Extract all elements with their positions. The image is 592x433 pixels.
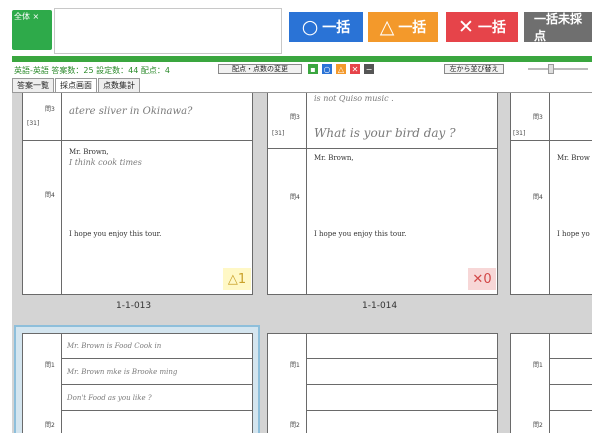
card-id: 1-1-013 bbox=[116, 301, 152, 311]
row-label: 問2 bbox=[45, 422, 55, 429]
answer-card[interactable]: 問1 問2 bbox=[267, 333, 498, 433]
handwritten-answer: atere sliver in Okinawa? bbox=[69, 106, 193, 117]
score-value: 0 bbox=[483, 271, 492, 287]
card-divider bbox=[306, 93, 307, 294]
row-label: 問3 bbox=[290, 114, 300, 121]
bulk-circle-label: 一括 bbox=[322, 20, 351, 36]
score-badge: ✕ 0 bbox=[468, 268, 496, 290]
card-divider bbox=[549, 358, 592, 359]
circle-icon: ○ bbox=[301, 16, 319, 38]
filter-tag[interactable]: 全体 × bbox=[12, 10, 52, 50]
row-label: 問4 bbox=[290, 194, 300, 201]
tab-score-summary[interactable]: 点数集計 bbox=[98, 78, 140, 92]
row-label: 問1 bbox=[290, 362, 300, 369]
bulk-unmarked-button[interactable]: 一括未採点 bbox=[524, 12, 592, 43]
card-divider bbox=[549, 93, 550, 294]
tab-scoring[interactable]: 採点画面 bbox=[55, 78, 97, 92]
circle-filter-icon[interactable]: ○ bbox=[322, 64, 332, 74]
card-divider bbox=[549, 384, 592, 385]
print-footer: I hope you enjoy this tour. bbox=[69, 230, 162, 238]
print-footer: I hope yo bbox=[557, 230, 590, 238]
row-label: 問3 bbox=[533, 114, 543, 121]
card-divider bbox=[268, 148, 497, 149]
card-divider bbox=[61, 410, 252, 411]
unmarked-filter-icon[interactable]: − bbox=[364, 64, 374, 74]
view-tabs: 答案一覧 採点画面 点数集計 bbox=[12, 78, 141, 92]
row-label: 問1 bbox=[533, 362, 543, 369]
answer-card[interactable]: is not Quiso music . 問3 [31] What is you… bbox=[267, 93, 498, 295]
question-number: [31] bbox=[513, 130, 526, 137]
answer-grid: 問3 [31] atere sliver in Okinawa? Mr. Bro… bbox=[12, 92, 592, 433]
bulk-circle-button[interactable]: ○ 一括 bbox=[289, 12, 363, 42]
handwritten-answer: What is your bird day ? bbox=[314, 126, 456, 140]
bulk-x-label: 一括 bbox=[477, 20, 506, 36]
x-icon: ✕ bbox=[472, 271, 484, 287]
bulk-triangle-label: 一括 bbox=[398, 20, 427, 36]
top-toolbar: 全体 × ○ 一括 △ 一括 ✕ 一括 一括未採点 bbox=[0, 0, 592, 56]
answer-card[interactable]: 問1 問2 Mr. Brown is Food Cook in Mr. Brow… bbox=[22, 333, 253, 433]
comment-box[interactable] bbox=[54, 8, 282, 54]
print-text: Mr. Brow bbox=[557, 154, 590, 162]
zoom-slider-knob[interactable] bbox=[548, 64, 554, 74]
print-text: Mr. Brown, bbox=[314, 154, 354, 162]
bulk-x-button[interactable]: ✕ 一括 bbox=[446, 12, 518, 42]
answer-card[interactable]: 問3 [31] atere sliver in Okinawa? Mr. Bro… bbox=[22, 93, 253, 295]
handwritten-answer: I think cook times bbox=[69, 158, 142, 167]
handwritten-answer: Mr. Brown mke is Brooke ming bbox=[67, 368, 178, 376]
score-badge: △ 1 bbox=[223, 268, 251, 290]
row-label: 問3 bbox=[45, 106, 55, 113]
sort-button[interactable]: 左から並び替え bbox=[444, 64, 504, 74]
row-label: 問4 bbox=[45, 192, 55, 199]
exam-stats: 英語-英語 答案数：25 設定数：44 配点：4 bbox=[14, 66, 170, 75]
bulk-triangle-button[interactable]: △ 一括 bbox=[368, 12, 438, 42]
card-divider bbox=[23, 140, 252, 141]
bulk-unmarked-label: 一括未採点 bbox=[534, 12, 583, 43]
x-icon: ✕ bbox=[458, 16, 474, 38]
x-filter-icon[interactable]: ✕ bbox=[350, 64, 360, 74]
question-number: [31] bbox=[27, 120, 40, 127]
triangle-icon: △ bbox=[379, 16, 395, 38]
card-divider bbox=[306, 384, 497, 385]
row-label: 問1 bbox=[45, 362, 55, 369]
card-divider bbox=[511, 140, 592, 141]
handwritten-answer: is not Quiso music . bbox=[314, 94, 394, 103]
all-green-icon[interactable]: ▪ bbox=[308, 64, 318, 74]
card-divider bbox=[61, 358, 252, 359]
score-value: 1 bbox=[237, 271, 247, 287]
row-label: 問4 bbox=[533, 194, 543, 201]
row-label: 問2 bbox=[290, 422, 300, 429]
card-id: 1-1-014 bbox=[362, 301, 398, 311]
print-footer: I hope you enjoy this tour. bbox=[314, 230, 407, 238]
info-bar: 英語-英語 答案数：25 設定数：44 配点：4 配点・点数の変更 ▪ ○ △ … bbox=[12, 62, 592, 77]
card-divider bbox=[61, 384, 252, 385]
zoom-slider-track[interactable] bbox=[528, 68, 588, 70]
print-text: Mr. Brown, bbox=[69, 148, 109, 156]
triangle-icon: △ bbox=[227, 271, 238, 287]
row-label: 問2 bbox=[533, 422, 543, 429]
tab-answer-list[interactable]: 答案一覧 bbox=[12, 78, 54, 92]
handwritten-answer: Mr. Brown is Food Cook in bbox=[67, 342, 162, 350]
card-divider bbox=[61, 93, 62, 294]
answer-card[interactable]: 問1 問2 bbox=[510, 333, 592, 433]
filter-tag-label: 全体 × bbox=[14, 12, 40, 21]
question-number: [31] bbox=[272, 130, 285, 137]
card-divider bbox=[306, 410, 497, 411]
card-divider bbox=[306, 358, 497, 359]
answer-card[interactable]: 問3 [31] Mr. Brow 問4 I hope yo bbox=[510, 93, 592, 295]
handwritten-answer: Don't Food as you like ? bbox=[67, 394, 152, 402]
card-divider bbox=[549, 410, 592, 411]
triangle-filter-icon[interactable]: △ bbox=[336, 64, 346, 74]
change-score-button[interactable]: 配点・点数の変更 bbox=[218, 64, 302, 74]
